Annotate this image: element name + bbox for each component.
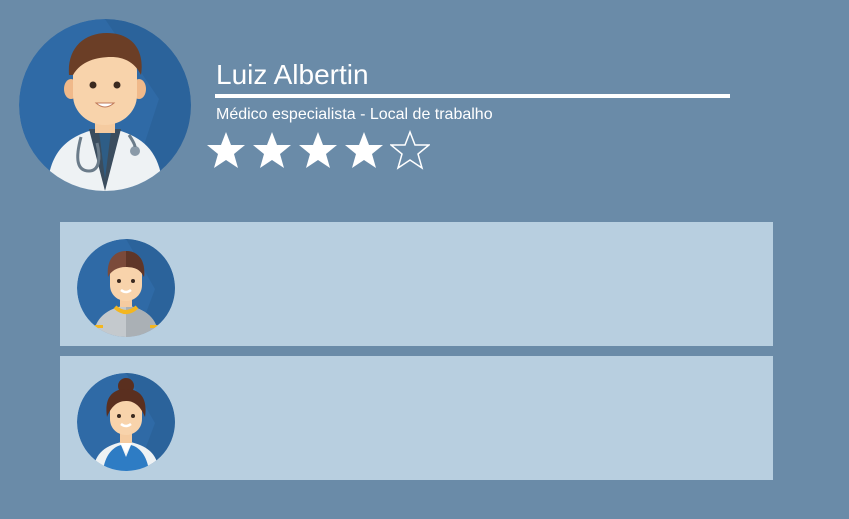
man-avatar-icon	[77, 239, 175, 337]
doctor-avatar-icon	[19, 19, 191, 191]
profile-name: Luiz Albertin	[216, 59, 369, 90]
star-rating[interactable]	[206, 130, 430, 174]
review-avatar	[77, 239, 175, 337]
star-filled-icon[interactable]	[206, 130, 246, 170]
name-underline	[215, 94, 730, 98]
star-filled-icon[interactable]	[252, 130, 292, 170]
star-outline-icon[interactable]	[390, 130, 430, 170]
profile-avatar	[19, 19, 191, 191]
review-avatar	[77, 373, 175, 471]
review-card[interactable]	[60, 356, 773, 480]
review-card[interactable]	[60, 222, 773, 346]
woman-avatar-icon	[77, 373, 175, 471]
star-filled-icon[interactable]	[344, 130, 384, 170]
star-filled-icon[interactable]	[298, 130, 338, 170]
profile-subtitle: Médico especialista - Local de trabalho	[216, 106, 493, 123]
